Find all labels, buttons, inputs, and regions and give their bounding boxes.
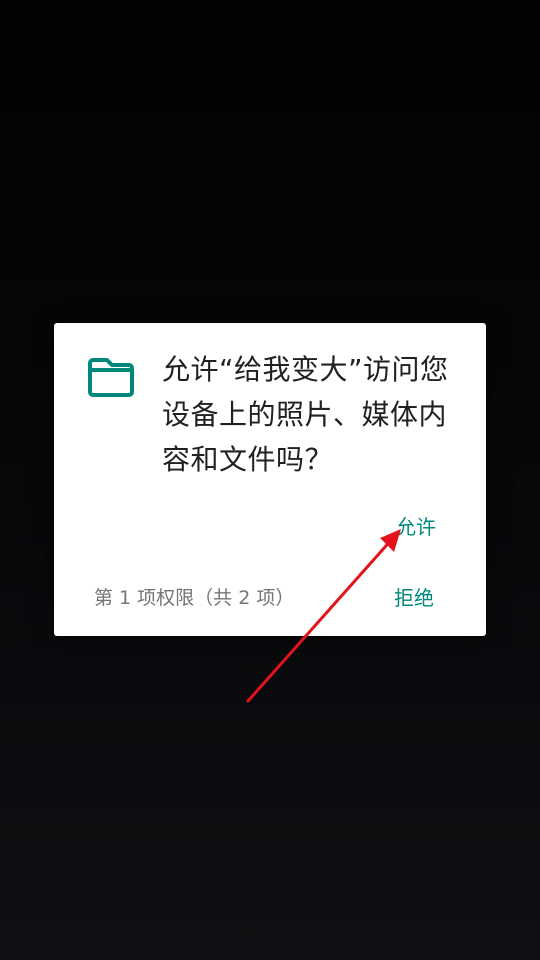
folder-icon xyxy=(88,358,134,397)
permission-dialog: 允许“给我变大”访问您设备上的照片、媒体内容和文件吗？ 允许 第 1 项权限（共… xyxy=(54,323,486,636)
deny-button[interactable]: 拒绝 xyxy=(394,582,434,611)
allow-button[interactable]: 允许 xyxy=(396,511,436,540)
permission-message: 允许“给我变大”访问您设备上的照片、媒体内容和文件吗？ xyxy=(162,353,449,476)
permission-counter: 第 1 项权限（共 2 项） xyxy=(94,587,295,609)
